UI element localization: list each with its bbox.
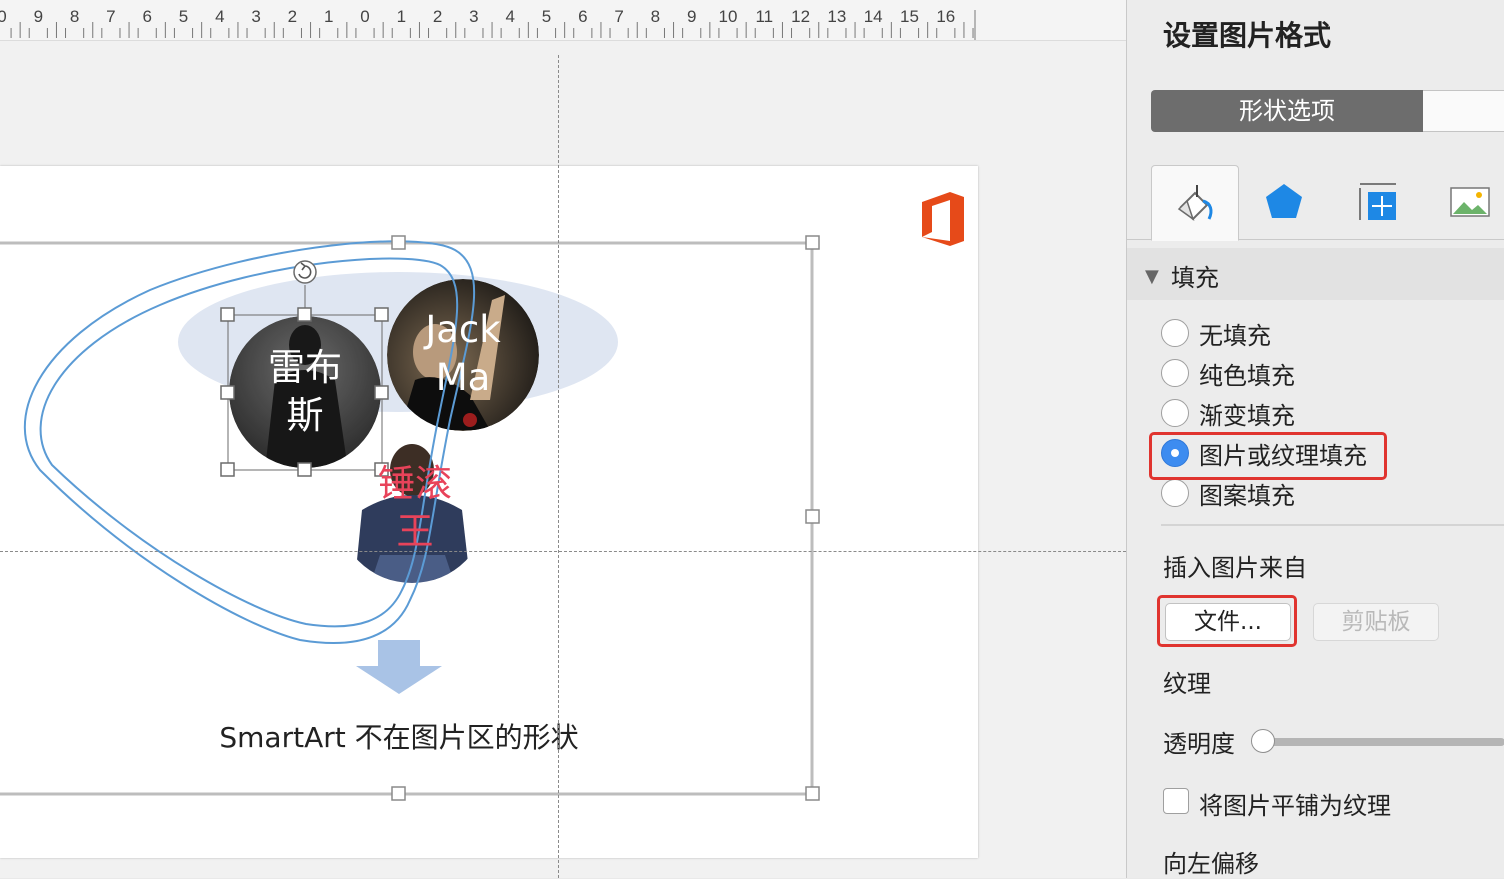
- slide-editing-area[interactable]: 0 9 8 7 6 5 4 3 2 1 0 1 2 3 4 5 6 7 8 9 10 11 12 13 14 15 16: [0, 0, 1126, 878]
- radio-label: 渐变填充: [1199, 401, 1295, 430]
- person-label-3: 锤滚王: [378, 462, 452, 553]
- radio-button[interactable]: [1161, 319, 1189, 347]
- vertical-guide[interactable]: [558, 55, 559, 878]
- texture-label: 纹理: [1163, 670, 1211, 698]
- highlight-box-picture-fill: [1149, 432, 1387, 480]
- tab-fill-line[interactable]: [1151, 165, 1239, 241]
- pentagon-icon: [1266, 184, 1302, 218]
- person-label-2: Jack Ma: [425, 308, 501, 399]
- radio-label: 纯色填充: [1199, 361, 1295, 390]
- person-label-1: 雷布斯: [268, 346, 342, 437]
- offset-left-label: 向左偏移: [1163, 850, 1259, 878]
- radio-label: 图案填充: [1199, 481, 1295, 510]
- radio-button[interactable]: [1161, 359, 1189, 387]
- radio-no-fill[interactable]: 无填充: [1161, 316, 1271, 350]
- section-divider: [1161, 524, 1504, 526]
- shape-options-tab[interactable]: 形状选项: [1151, 90, 1423, 132]
- radio-solid-fill[interactable]: 纯色填充: [1161, 356, 1295, 390]
- size-position-icon: [1359, 183, 1396, 220]
- horizontal-guide[interactable]: [0, 551, 1126, 552]
- picture-options-tab[interactable]: [1423, 90, 1504, 132]
- tile-picture-label: 将图片平铺为纹理: [1199, 792, 1391, 820]
- paint-bucket-icon: [1177, 185, 1213, 221]
- transparency-slider-track[interactable]: [1263, 738, 1504, 746]
- format-picture-pane: 设置图片格式 形状选项 ▼ 填充 无填充 纯色填充 渐变填充 图片或纹理填充 图…: [1126, 0, 1504, 878]
- insert-from-label: 插入图片来自: [1163, 554, 1307, 582]
- office-logo-icon: [922, 192, 964, 246]
- options-segmented-control: 形状选项: [1151, 90, 1504, 132]
- smartart-caption[interactable]: SmartArt 不在图片区的形状: [0, 716, 798, 756]
- transparency-label: 透明度: [1163, 730, 1235, 758]
- transparency-slider-thumb[interactable]: [1251, 729, 1275, 753]
- picture-icon: [1450, 187, 1490, 217]
- fill-section-header[interactable]: ▼ 填充: [1127, 248, 1504, 300]
- collapse-triangle-icon: ▼: [1145, 266, 1159, 287]
- pane-title: 设置图片格式: [1163, 19, 1332, 52]
- fill-section-title: 填充: [1171, 264, 1219, 292]
- tab-size-properties[interactable]: [1335, 165, 1421, 239]
- format-category-tabs: [1127, 165, 1504, 241]
- down-arrow-shape: [356, 640, 442, 694]
- clipboard-button[interactable]: 剪贴板: [1313, 603, 1439, 641]
- radio-label: 无填充: [1199, 321, 1271, 350]
- tab-effects[interactable]: [1241, 165, 1327, 239]
- highlight-box-file-button: [1157, 595, 1297, 647]
- tab-picture[interactable]: [1427, 165, 1504, 239]
- radio-gradient-fill[interactable]: 渐变填充: [1161, 396, 1295, 430]
- radio-button[interactable]: [1161, 399, 1189, 427]
- radio-pattern-fill[interactable]: 图案填充: [1161, 476, 1295, 510]
- radio-button[interactable]: [1161, 479, 1189, 507]
- tile-picture-checkbox[interactable]: [1163, 788, 1189, 814]
